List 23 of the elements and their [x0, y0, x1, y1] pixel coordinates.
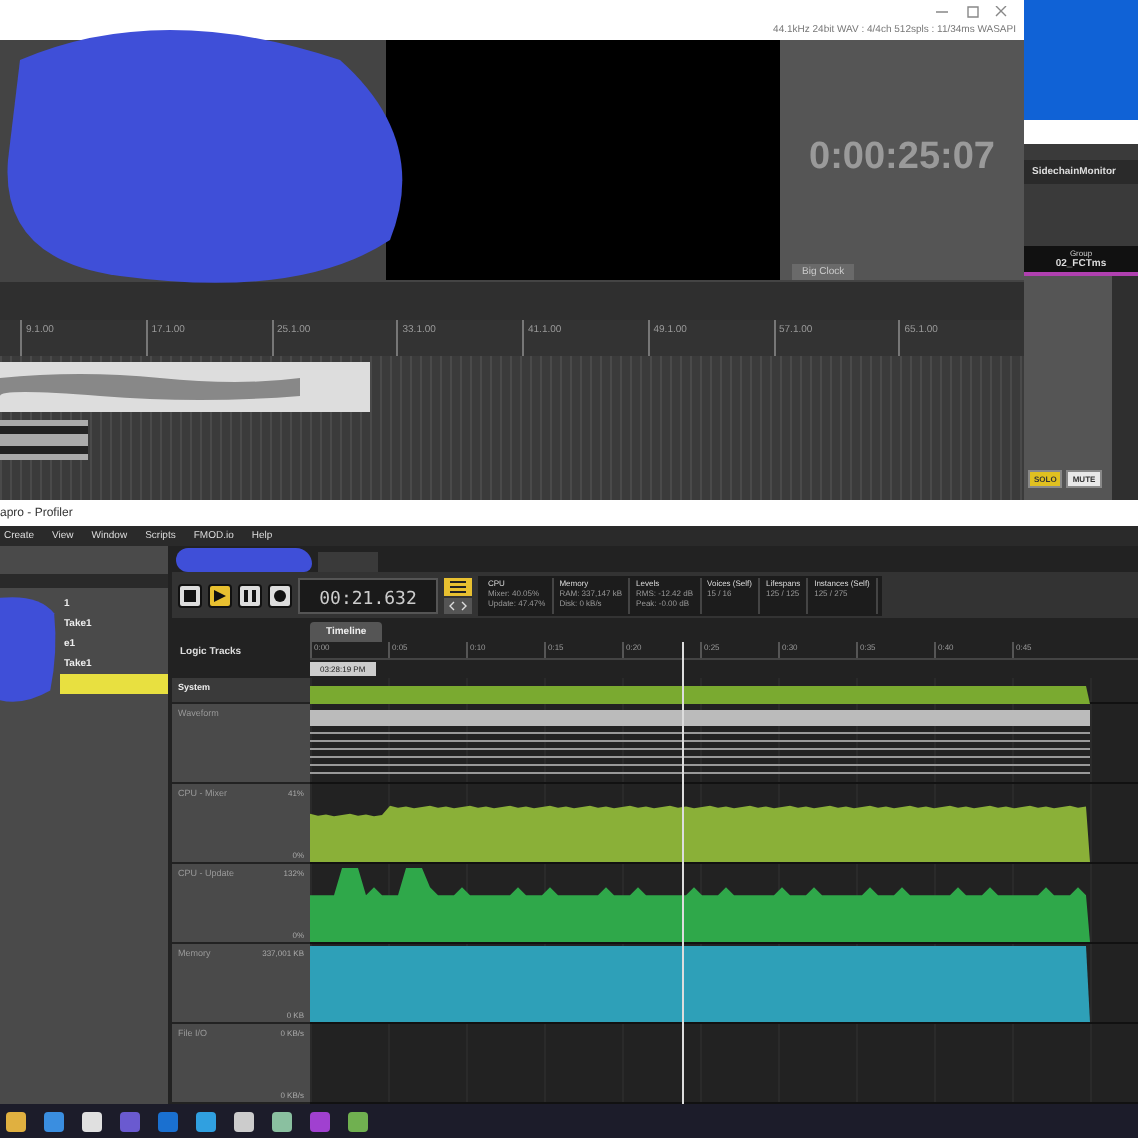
transport-button[interactable] [268, 583, 292, 608]
code-icon[interactable] [444, 597, 472, 614]
list-item[interactable] [60, 674, 168, 695]
app-icon[interactable] [346, 1109, 370, 1134]
window-edge [1024, 120, 1138, 144]
app-icon[interactable] [80, 1109, 104, 1134]
transport-button[interactable] [238, 583, 262, 608]
time-readout: 00:21.632 [319, 589, 417, 610]
transport-button[interactable] [208, 583, 232, 608]
window-controls-icon[interactable] [932, 6, 1012, 18]
clock-display: 0:00:25:07 [809, 136, 995, 180]
stop-icon [184, 589, 196, 602]
list-icon[interactable] [444, 577, 472, 596]
play-icon [214, 589, 226, 602]
transport-button[interactable] [178, 583, 202, 608]
record-icon [274, 589, 286, 602]
search-field[interactable] [0, 574, 168, 589]
audio-clip [0, 420, 88, 460]
app-icon[interactable] [4, 1109, 28, 1134]
pause-icon [244, 589, 256, 602]
app-icon[interactable] [270, 1109, 294, 1134]
app-icon[interactable] [232, 1109, 256, 1134]
app-icon[interactable] [194, 1109, 218, 1134]
